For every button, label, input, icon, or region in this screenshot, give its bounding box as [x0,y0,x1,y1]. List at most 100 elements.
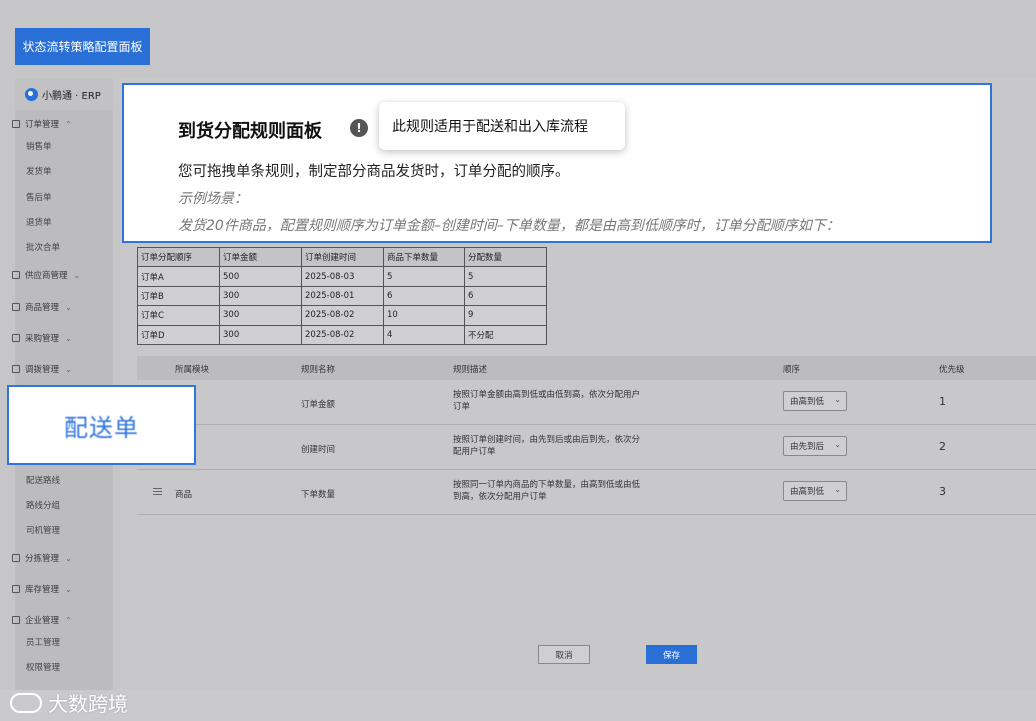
rule-description: 按照同一订单内商品的下单数量，由高到低或由低到高，依次分配用户订单 [453,480,641,502]
brand-logo-icon [25,87,38,101]
info-tooltip: 此规则适用于配送和出入库流程 [379,102,625,150]
watermark-text: 大数跨境 [48,692,128,716]
sidebar-item-shipping-order[interactable]: 发货单 [26,165,52,177]
sidebar-group-suppliers[interactable]: 供应商管理 ⌄ [12,269,80,281]
table-cell: 300 [219,324,302,345]
chevron-down-icon: ⌄ [834,440,841,449]
table-cell: 订单C [137,305,220,326]
table-cell: 2025-08-02 [301,305,384,326]
sidebar-item-permissions[interactable]: 权限管理 [26,661,60,673]
table-cell: 订单B [137,285,220,307]
rule-description: 按照订单金额由高到低或由低到高，依次分配用户订单 [453,390,641,412]
save-button[interactable]: 保存 [646,645,697,664]
sidebar-group-inventory[interactable]: 库存管理 ⌄ [12,583,72,595]
chevron-up-icon: ⌃ [65,615,72,625]
watermark: 大数跨境 [10,688,128,717]
sidebar-item-returns[interactable]: 退货单 [26,216,52,228]
sidebar-group-purchasing[interactable]: 采购管理 ⌄ [12,332,72,344]
table-cell: 4 [383,324,465,345]
header-priority: 优先级 [939,365,965,375]
header-order: 顺序 [783,365,801,375]
table-row: 订单A 500 2025-08-03 5 5 [137,266,547,287]
table-cell: 500 [219,266,302,287]
table-cell: 2025-08-01 [301,285,384,307]
rule-description: 按照订单创建时间，由先到后或由后到先，依次分配用户订单 [453,435,641,457]
transfer-icon [12,365,20,373]
allocation-rules-panel: 到货分配规则面板 ! 此规则适用于配送和出入库流程 您可拖拽单条规则，制定部分商… [122,83,992,243]
table-cell: 10 [383,305,465,326]
rule-priority: 3 [939,485,946,498]
rule-name: 创建时间 [301,445,336,455]
order-select[interactable]: 由先到后 ⌄ [783,436,847,456]
order-allocation-table: 订单分配顺序 订单金额 订单创建时间 商品下单数量 分配数量 订单A 500 2… [137,246,547,345]
sidebar-item-route-group[interactable]: 路线分组 [26,499,60,511]
sorting-icon [12,554,20,562]
table-row: 订单B 300 2025-08-01 6 6 [137,285,547,307]
table-cell: 5 [383,266,465,287]
rule-priority: 2 [939,440,946,453]
chevron-down-icon: ⌄ [73,270,81,280]
table-header: 分配数量 [464,246,547,268]
header-rule-name: 规则名称 [301,365,336,375]
inventory-icon [12,585,20,593]
header-rule-desc: 规则描述 [453,365,488,375]
sidebar-group-enterprise[interactable]: 企业管理 ⌃ [12,614,72,626]
chevron-down-icon: ⌄ [834,395,841,404]
table-cell: 6 [464,285,547,307]
chevron-down-icon: ⌄ [65,302,72,312]
info-icon[interactable]: ! [350,119,368,137]
panel-description: 您可拖拽单条规则，制定部分商品发货时，订单分配的顺序。 [178,164,570,180]
suppliers-icon [12,271,20,279]
drag-handle-icon[interactable] [153,488,162,497]
orders-icon [12,120,20,128]
chevron-down-icon: ⌄ [65,584,72,594]
order-select[interactable]: 由高到低 ⌄ [783,391,847,411]
table-cell: 300 [219,305,302,326]
chevron-down-icon: ⌄ [65,553,72,563]
sidebar-group-products[interactable]: 商品管理 ⌄ [12,301,72,313]
table-header-row: 订单分配顺序 订单金额 订单创建时间 商品下单数量 分配数量 [137,246,547,268]
sidebar-item-staff[interactable]: 员工管理 [26,636,60,648]
table-row: 订单D 300 2025-08-02 4 不分配 [137,324,547,345]
chevron-down-icon: ⌄ [65,333,72,343]
sidebar-group-orders[interactable]: 订单管理 ⌃ [12,118,72,130]
sidebar-item-sales-order[interactable]: 销售单 [26,140,52,152]
rule-row[interactable]: 商品 下单数量 按照同一订单内商品的下单数量，由高到低或由低到高，依次分配用户订… [137,470,1036,515]
chevron-down-icon: ⌄ [834,485,841,494]
sidebar-group-sorting[interactable]: 分拣管理 ⌄ [12,552,72,564]
rules-table-header: 所属模块 规则名称 规则描述 顺序 优先级 [137,356,1036,380]
table-cell: 300 [219,285,302,307]
sidebar-item-delivery-route[interactable]: 配送路线 [26,474,60,486]
order-select[interactable]: 由高到低 ⌄ [783,481,847,501]
table-row: 订单C 300 2025-08-02 10 9 [137,305,547,326]
watermark-logo-icon [10,692,42,713]
table-cell: 2025-08-02 [301,324,384,345]
sidebar-item-batch-merge[interactable]: 批次合单 [26,241,60,253]
delivery-order-callout: 配送单 [7,385,196,465]
sidebar-group-transfer[interactable]: 调拨管理 ⌄ [12,363,72,375]
rule-row[interactable]: 订单金额 按照订单金额由高到低或由低到高，依次分配用户订单 由高到低 ⌄ 1 [137,380,1036,425]
sidebar-item-drivers[interactable]: 司机管理 [26,524,60,536]
purchasing-icon [12,334,20,342]
table-cell: 6 [383,285,465,307]
brand[interactable]: 小鹏通 · ERP [15,78,113,110]
rule-row[interactable]: 创建时间 按照订单创建时间，由先到后或由后到先，依次分配用户订单 由先到后 ⌄ … [137,425,1036,470]
table-cell: 订单D [137,324,220,345]
rule-priority: 1 [939,395,946,408]
bottom-strip [0,690,1036,721]
header-module: 所属模块 [175,365,210,375]
table-cell: 订单A [137,266,220,287]
example-text: 发货20件商品，配置规则顺序为订单金额–创建时间–下单数量，都是由高到低顺序时，… [178,218,840,234]
table-cell: 不分配 [464,324,547,345]
brand-name: 小鹏通 · ERP [42,90,101,102]
panel-title-banner: 状态流转策略配置面板 [15,28,150,65]
rule-name: 订单金额 [301,400,336,410]
cancel-button[interactable]: 取消 [538,645,590,664]
rule-name: 下单数量 [301,490,336,500]
example-title: 示例场景： [178,191,248,207]
table-header: 商品下单数量 [383,246,465,268]
products-icon [12,303,20,311]
sidebar-item-after-sales[interactable]: 售后单 [26,191,52,203]
enterprise-icon [12,616,20,624]
table-cell: 9 [464,305,547,326]
